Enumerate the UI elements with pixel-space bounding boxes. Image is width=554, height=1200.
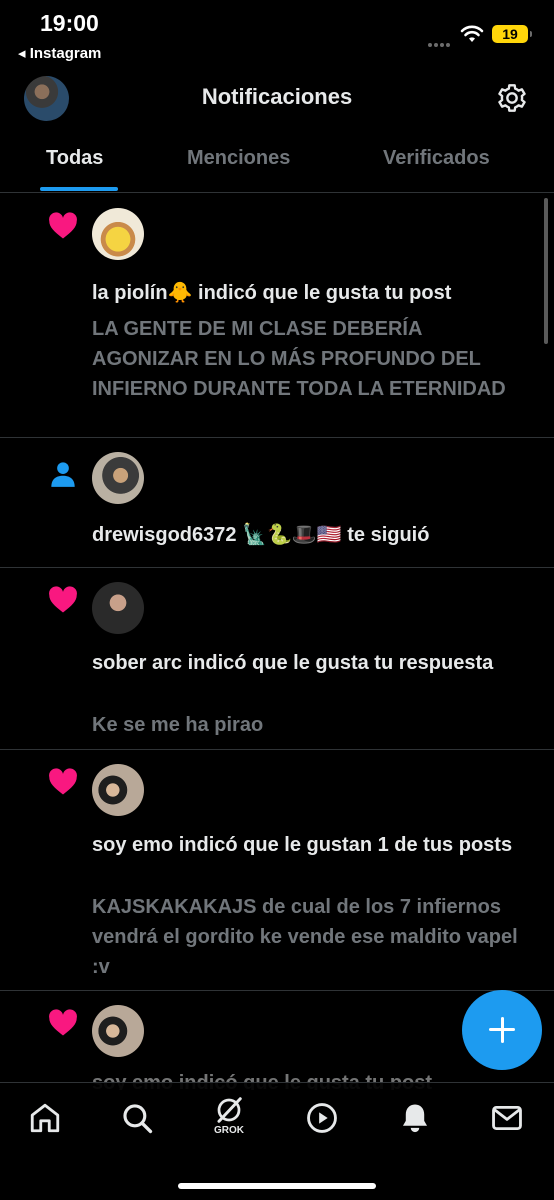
- grok-icon: [217, 1097, 242, 1123]
- notification-title: drewisgod6372 🗽🐍🎩🇺🇸 te siguió: [92, 524, 430, 546]
- wifi-icon: [460, 25, 484, 42]
- heart-icon: [49, 586, 77, 613]
- notification-item[interactable]: la piolín🐥 indicó que le gusta tu post L…: [0, 194, 554, 438]
- notification-tabs: Todas Menciones Verificados: [0, 135, 554, 193]
- notification-post-text: LA GENTE DE MI CLASE DEBERÍA AGONIZAR EN…: [92, 318, 506, 400]
- play-icon[interactable]: [305, 1101, 339, 1135]
- notification-title: sober arc indicó que le gusta tu respues…: [92, 652, 494, 674]
- page-title: Notificaciones: [201, 84, 353, 109]
- notification-post-text: KAJSKAKAKAJS de cual de los 7 infiernos …: [92, 896, 518, 978]
- battery-icon: 19: [492, 25, 532, 43]
- avatar[interactable]: [92, 764, 144, 816]
- notification-title: soy emo indicó que le gustan 1 de tus po…: [92, 834, 513, 856]
- search-icon[interactable]: [120, 1101, 154, 1135]
- avatar[interactable]: [92, 208, 144, 260]
- gear-icon[interactable]: [496, 82, 528, 114]
- avatar[interactable]: [92, 582, 144, 634]
- avatar[interactable]: [92, 452, 144, 504]
- person-icon: [51, 462, 75, 487]
- active-tab-indicator: [40, 187, 118, 191]
- mail-icon[interactable]: [490, 1101, 524, 1135]
- home-icon[interactable]: [28, 1101, 62, 1135]
- status-bar: 19:00 ◂ Instagram 19: [0, 0, 554, 70]
- notification-item[interactable]: drewisgod6372 🗽🐍🎩🇺🇸 te siguió: [0, 438, 554, 568]
- tab-todas[interactable]: Todas: [46, 147, 103, 170]
- bottom-navigation: GROK: [0, 1082, 554, 1200]
- heart-icon: [49, 1009, 77, 1036]
- avatar[interactable]: [92, 1005, 144, 1057]
- home-indicator[interactable]: [178, 1183, 376, 1189]
- back-to-instagram-link[interactable]: ◂ Instagram: [18, 44, 101, 62]
- top-header: Notificaciones: [0, 70, 554, 130]
- tab-verificados[interactable]: Verificados: [383, 147, 490, 170]
- scrollbar[interactable]: [544, 198, 548, 344]
- compose-button[interactable]: [462, 990, 542, 1070]
- grok-label: GROK: [214, 1125, 244, 1136]
- status-time: 19:00: [40, 10, 99, 36]
- notification-item[interactable]: sober arc indicó que le gusta tu respues…: [0, 568, 554, 750]
- notification-title: la piolín🐥 indicó que le gusta tu post: [92, 282, 452, 304]
- heart-icon: [49, 212, 77, 239]
- heart-icon: [49, 768, 77, 795]
- tab-menciones[interactable]: Menciones: [187, 147, 290, 170]
- grok-tab[interactable]: GROK: [212, 1095, 246, 1145]
- bell-icon[interactable]: [398, 1101, 432, 1135]
- cellular-signal-icon: [428, 34, 454, 47]
- notifications-feed: la piolín🐥 indicó que le gusta tu post L…: [0, 194, 554, 1084]
- notification-post-text: Ke se me ha pirao: [92, 714, 264, 736]
- notification-item[interactable]: soy emo indicó que le gustan 1 de tus po…: [0, 750, 554, 991]
